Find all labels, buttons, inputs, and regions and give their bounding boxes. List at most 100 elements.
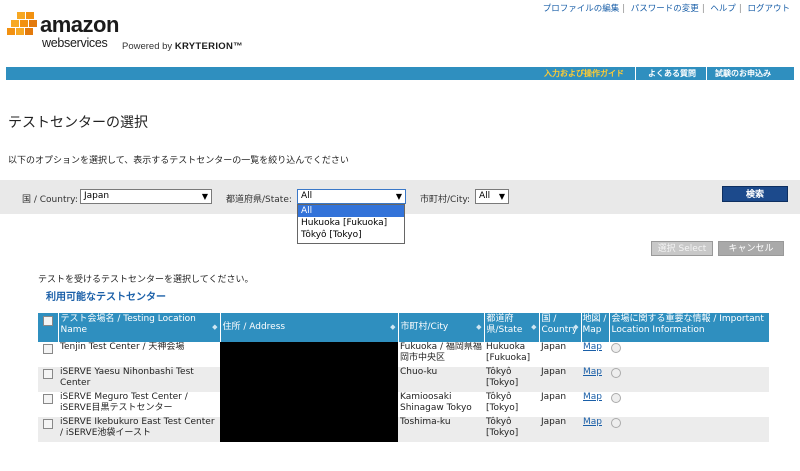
- header-info: 会場に関する重要な情報 / Important Location Informa…: [609, 313, 770, 342]
- dropdown-arrow-icon: ▼: [395, 192, 402, 201]
- table-row[interactable]: Tenjin Test Center / 天神会場 Fukuoka / 福岡県福…: [38, 342, 769, 367]
- logo-subtitle: webservices: [42, 36, 108, 50]
- top-links: プロファイルの編集 | パスワードの変更 | ヘルプ | ログアウト: [543, 2, 790, 14]
- row-country: Japan: [539, 392, 581, 417]
- redacted-address: [220, 392, 398, 417]
- state-select-value: All: [301, 191, 313, 201]
- page-title: テストセンターの選択: [8, 115, 148, 131]
- city-select[interactable]: All ▼: [475, 189, 509, 204]
- select-all-header: [38, 313, 59, 342]
- row-country: Japan: [539, 367, 581, 392]
- header-map: 地図 / Map: [581, 313, 610, 342]
- test-center-table: テスト会場名 / Testing Location Name ◆ 住所 / Add…: [38, 313, 770, 442]
- table-row[interactable]: iSERVE Yaesu Nihonbashi Test Center Chuo…: [38, 367, 769, 392]
- country-select[interactable]: Japan ▼: [80, 189, 212, 204]
- country-select-value: Japan: [84, 191, 110, 201]
- header-address-label: 住所 / Address: [222, 322, 286, 332]
- map-link[interactable]: Map: [583, 392, 602, 402]
- info-radio[interactable]: [611, 418, 621, 428]
- header-map-label: 地図 / Map: [582, 314, 607, 335]
- row-city: Toshima-ku: [398, 417, 484, 442]
- dropdown-arrow-icon: ▼: [498, 192, 505, 201]
- header-name-label: テスト会場名 / Testing Location Name: [60, 314, 196, 335]
- header-state-label: 都道府県/State: [486, 314, 523, 335]
- redacted-address: [220, 367, 398, 392]
- table-row[interactable]: iSERVE Meguro Test Center / iSERVE目黒テストセ…: [38, 392, 769, 417]
- state-option-all[interactable]: All: [298, 205, 404, 217]
- nav-faq[interactable]: よくある質問: [643, 67, 701, 80]
- country-label: 国 / Country:: [22, 195, 78, 205]
- row-city: Kamioosaki Shinagaw Tokyo: [398, 392, 484, 417]
- header-city-label: 市町村/City: [400, 322, 449, 332]
- row-city: Chuo-ku: [398, 367, 484, 392]
- nav-divider: [706, 67, 707, 80]
- change-password-link[interactable]: パスワードの変更: [631, 4, 699, 14]
- row-checkbox[interactable]: [43, 369, 53, 379]
- row-city: Fukuoka / 福岡県福岡市中央区: [398, 342, 484, 367]
- map-link[interactable]: Map: [583, 342, 602, 352]
- dropdown-arrow-icon: ▼: [201, 192, 208, 201]
- nav-divider: [635, 67, 636, 80]
- select-button[interactable]: 選択 Select: [651, 241, 713, 256]
- row-country: Japan: [539, 342, 581, 367]
- row-name: Tenjin Test Center / 天神会場: [58, 342, 220, 367]
- header-name[interactable]: テスト会場名 / Testing Location Name ◆: [58, 313, 221, 342]
- separator: |: [622, 4, 626, 14]
- state-select[interactable]: All ▼: [297, 189, 406, 204]
- header-country[interactable]: 国 / Country ◆: [539, 313, 582, 342]
- sort-icon: ◆: [573, 323, 579, 331]
- map-link[interactable]: Map: [583, 417, 602, 427]
- header-info-label: 会場に関する重要な情報 / Important Location Informa…: [611, 314, 764, 335]
- header-state[interactable]: 都道府県/State ◆: [484, 313, 540, 342]
- nav-apply-exam[interactable]: 試験のお申込み: [710, 67, 776, 80]
- logo-wordmark: amazon: [40, 12, 119, 37]
- available-centers-title: 利用可能なテストセンター: [46, 292, 166, 303]
- sort-icon: ◆: [390, 323, 396, 331]
- help-link[interactable]: ヘルプ: [710, 4, 736, 14]
- sort-icon: ◆: [212, 323, 218, 331]
- table-row[interactable]: iSERVE Ikebukuro East Test Center / iSER…: [38, 417, 769, 442]
- redacted-address: [220, 417, 398, 442]
- city-select-value: All: [479, 191, 491, 201]
- logout-link[interactable]: ログアウト: [747, 4, 790, 14]
- info-radio[interactable]: [611, 343, 621, 353]
- edit-profile-link[interactable]: プロファイルの編集: [543, 4, 620, 14]
- powered-by-text: Powered by: [122, 41, 173, 52]
- info-radio[interactable]: [611, 368, 621, 378]
- kryterion-brand: KRYTERION™: [174, 41, 243, 52]
- aws-logo: amazon webservices Powered by KRYTERION™: [6, 12, 266, 56]
- select-all-checkbox[interactable]: [43, 316, 53, 326]
- search-button[interactable]: 検索: [722, 186, 788, 202]
- powered-by: Powered by KRYTERION™: [122, 41, 243, 52]
- separator: |: [701, 4, 705, 14]
- row-state: Tôkyô [Tokyo]: [484, 417, 539, 442]
- nav-input-guide[interactable]: 入力および操作ガイド: [539, 67, 629, 80]
- redacted-address: [220, 342, 398, 367]
- row-name: iSERVE Ikebukuro East Test Center / iSER…: [58, 417, 220, 442]
- row-checkbox[interactable]: [43, 344, 53, 354]
- header-address[interactable]: 住所 / Address ◆: [220, 313, 399, 342]
- header-country-label: 国 / Country: [541, 314, 578, 335]
- state-label: 都道府県/State:: [226, 195, 292, 205]
- aws-boxes-icon: [7, 12, 37, 35]
- instruction-text: 以下のオプションを選択して、表示するテストセンターの一覧を絞り込んでください: [8, 156, 349, 166]
- state-option-fukuoka[interactable]: Hukuoka [Fukuoka]: [298, 217, 404, 229]
- cancel-button[interactable]: キャンセル: [718, 241, 784, 256]
- row-country: Japan: [539, 417, 581, 442]
- row-state: Hukuoka [Fukuoka]: [484, 342, 539, 367]
- nav-bar: 入力および操作ガイド よくある質問 試験のお申込み: [6, 67, 794, 80]
- state-option-tokyo[interactable]: Tôkyô [Tokyo]: [298, 229, 404, 241]
- city-label: 市町村/City:: [420, 195, 471, 205]
- info-radio[interactable]: [611, 393, 621, 403]
- map-link[interactable]: Map: [583, 367, 602, 377]
- table-header-row: テスト会場名 / Testing Location Name ◆ 住所 / Add…: [38, 313, 770, 342]
- row-name: iSERVE Yaesu Nihonbashi Test Center: [58, 367, 220, 392]
- separator: |: [738, 4, 742, 14]
- row-checkbox[interactable]: [43, 419, 53, 429]
- row-name: iSERVE Meguro Test Center / iSERVE目黒テストセ…: [58, 392, 220, 417]
- header-city[interactable]: 市町村/City ◆: [398, 313, 485, 342]
- row-checkbox[interactable]: [43, 394, 53, 404]
- row-state: Tôkyô [Tokyo]: [484, 367, 539, 392]
- row-state: Tôkyô [Tokyo]: [484, 392, 539, 417]
- choose-center-text: テストを受けるテストセンターを選択してください。: [38, 275, 254, 285]
